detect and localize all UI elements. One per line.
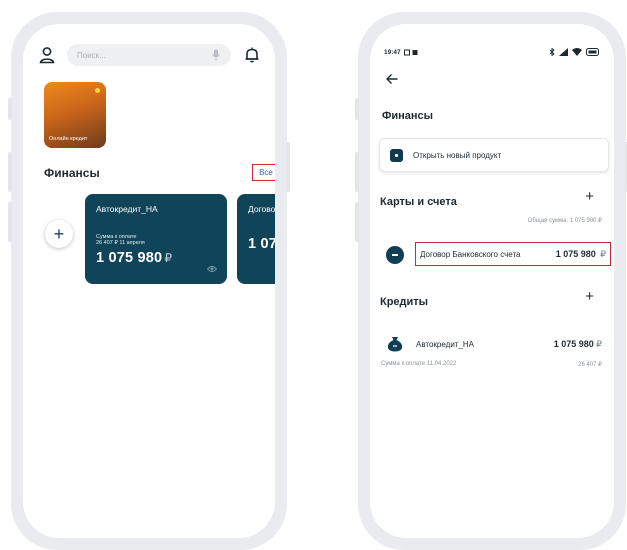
loans-section-title: Кредиты bbox=[380, 296, 429, 308]
total-sum: Общая сумма: 1 075 980 ₽ bbox=[527, 218, 602, 224]
loan-card-autocredit[interactable]: Автокредит_НА Сумма к оплате 26 407 ₽ 11… bbox=[85, 194, 227, 284]
add-product-button[interactable]: + bbox=[45, 220, 73, 248]
status-bar: 19:47 bbox=[384, 48, 600, 56]
card-name: Автокредит_НА bbox=[96, 204, 158, 214]
finances-screen: 19:47 Финансы Открыть новый продукт Карт… bbox=[370, 24, 614, 538]
phone-finances: 19:47 Финансы Открыть новый продукт Карт… bbox=[355, 12, 627, 550]
status-icons bbox=[549, 48, 600, 56]
card-name: Договор Банковс bbox=[248, 204, 275, 214]
cards-section-title: Карты и счета bbox=[380, 196, 457, 208]
loan-payment-value: 26 407 ₽ bbox=[578, 362, 602, 368]
open-new-product-label: Открыть новый продукт bbox=[413, 150, 502, 160]
account-amount-value: 1 075 980 bbox=[555, 248, 596, 259]
account-card-bank[interactable]: Договор Банковс 1 075 980₽ bbox=[237, 194, 275, 284]
account-row[interactable]: Договор Банковского счета 1 075 980 ₽ bbox=[415, 242, 611, 266]
promo-badge-dot bbox=[95, 88, 100, 93]
loan-currency: ₽ bbox=[596, 339, 602, 349]
eye-icon[interactable] bbox=[207, 265, 217, 273]
wifi-icon bbox=[572, 48, 582, 56]
add-card-button[interactable]: + bbox=[585, 188, 594, 205]
battery-icon bbox=[586, 48, 599, 56]
all-link[interactable]: Все bbox=[252, 164, 275, 181]
home-screen: Поиск... Онлайн кредит Финансы Все + Авт… bbox=[23, 24, 275, 538]
open-new-product-button[interactable]: Открыть новый продукт bbox=[379, 138, 609, 172]
product-icon bbox=[390, 148, 403, 162]
user-icon[interactable] bbox=[37, 45, 57, 65]
page-title: Финансы bbox=[382, 110, 434, 122]
search-placeholder: Поиск... bbox=[77, 50, 106, 60]
loan-payment-label: Сумма к оплате 11.04.2022 bbox=[381, 361, 457, 367]
status-time: 19:47 bbox=[384, 48, 401, 56]
finances-heading: Финансы bbox=[44, 166, 100, 180]
search-input[interactable]: Поиск... bbox=[67, 44, 231, 66]
card-amount: 1 075 980₽ bbox=[96, 250, 216, 266]
loan-amount-value: 1 075 980 bbox=[553, 339, 594, 349]
promo-online-credit[interactable]: Онлайн кредит bbox=[44, 82, 106, 148]
account-icon bbox=[386, 246, 404, 264]
account-amount: 1 075 980 ₽ bbox=[556, 249, 606, 260]
back-arrow-icon[interactable] bbox=[385, 72, 399, 86]
account-currency: ₽ bbox=[600, 248, 606, 259]
add-loan-button[interactable]: + bbox=[585, 288, 594, 305]
card-amount: 1 075 980₽ bbox=[248, 236, 275, 252]
mic-icon[interactable] bbox=[211, 49, 221, 61]
bluetooth-icon bbox=[549, 48, 555, 56]
card-pay-value: 26 407 ₽ 11 апреля bbox=[96, 240, 145, 246]
card-amount-value: 1 075 980 bbox=[96, 250, 163, 266]
phone-home: Поиск... Онлайн кредит Финансы Все + Авт… bbox=[8, 12, 290, 550]
card-currency: ₽ bbox=[164, 251, 173, 265]
loan-name[interactable]: Автокредит_НА bbox=[416, 340, 474, 349]
top-bar: Поиск... bbox=[37, 42, 261, 68]
account-name: Договор Банковского счета bbox=[420, 249, 521, 259]
loan-amount: 1 075 980 ₽ bbox=[554, 339, 602, 350]
bell-icon[interactable] bbox=[243, 46, 261, 64]
money-bag-icon bbox=[387, 337, 403, 352]
notification-icons bbox=[403, 49, 418, 55]
card-amount-value: 1 075 980 bbox=[248, 236, 275, 252]
promo-label: Онлайн кредит bbox=[49, 136, 88, 142]
signal-icon bbox=[559, 48, 568, 56]
